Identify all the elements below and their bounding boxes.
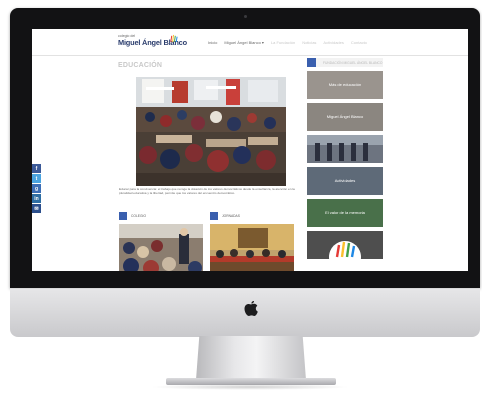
page-title: EDUCACIÓN xyxy=(118,62,163,69)
main-content: EDUCACIÓN Educar para la convivencia: el… xyxy=(32,56,468,271)
section-header-colegio[interactable]: COLEGIO xyxy=(119,212,203,220)
sidebar-tile-logo[interactable] xyxy=(307,231,383,259)
imac-computer: colegio del Miguel Ángel Blanco Inicio M… xyxy=(0,0,482,393)
nav-item-inicio[interactable]: Inicio xyxy=(208,40,217,46)
twitter-icon[interactable]: t xyxy=(32,174,41,183)
section-label: COLEGIO xyxy=(131,214,147,218)
sidebar-heading: FUNDACIÓN MIGUEL ÁNGEL BLANCO xyxy=(307,58,383,67)
sidebar-tile-actividades[interactable]: Actividades xyxy=(307,167,383,195)
nav-item-miguel-angel-blanco[interactable]: Miguel Ángel Blanco ▾ xyxy=(224,40,264,46)
sidebar-tile-miguel-angel-blanco[interactable]: Miguel Ángel Blanco xyxy=(307,103,383,131)
tile-caption: Más de educación xyxy=(328,82,362,87)
section-marker-icon xyxy=(119,212,127,220)
main-nav: Inicio Miguel Ángel Blanco ▾ La Fundació… xyxy=(208,40,367,46)
stand-shadow xyxy=(150,384,350,390)
intro-paragraph: Educar para la convivencia: el trabajo q… xyxy=(119,187,295,195)
nav-item-contacto[interactable]: Contacto xyxy=(351,40,367,46)
email-icon[interactable]: ✉ xyxy=(32,204,41,213)
camera-icon xyxy=(244,15,247,18)
sidebar-tile-educacion[interactable]: Más de educación xyxy=(307,71,383,99)
sidebar-heading-text: FUNDACIÓN MIGUEL ÁNGEL BLANCO xyxy=(323,61,383,65)
thumbnail-colegio[interactable] xyxy=(119,224,203,271)
tile-caption: El valor de la memoria xyxy=(325,210,365,215)
social-share-bar: f t g in ✉ xyxy=(32,164,41,214)
site-logo[interactable]: colegio del Miguel Ángel Blanco xyxy=(118,34,188,52)
site-header: colegio del Miguel Ángel Blanco Inicio M… xyxy=(32,29,468,56)
section-label: JORNADAS xyxy=(222,214,240,218)
tile-caption: Miguel Ángel Blanco xyxy=(326,114,364,119)
sidebar-tile-photo[interactable] xyxy=(307,135,383,163)
foundation-logo-icon xyxy=(307,231,383,259)
nav-item-fundacion[interactable]: La Fundación xyxy=(271,40,295,46)
linkedin-icon[interactable]: in xyxy=(32,194,41,203)
nav-item-actividades[interactable]: Actividades xyxy=(323,40,343,46)
google-icon[interactable]: g xyxy=(32,184,41,193)
facebook-icon[interactable]: f xyxy=(32,164,41,173)
nav-item-noticias[interactable]: Noticias xyxy=(302,40,316,46)
hero-photo xyxy=(136,77,286,186)
section-marker-icon xyxy=(210,212,218,220)
apple-logo-icon xyxy=(244,300,258,316)
screen: colegio del Miguel Ángel Blanco Inicio M… xyxy=(32,29,468,271)
section-header-jornadas[interactable]: JORNADAS xyxy=(210,212,294,220)
sidebar-tile-valor-memoria[interactable]: El valor de la memoria xyxy=(307,199,383,227)
monitor-stand xyxy=(196,336,306,380)
tile-caption: Actividades xyxy=(334,178,356,183)
logo-mark-icon xyxy=(170,34,178,43)
thumbnail-jornadas[interactable] xyxy=(210,224,294,271)
sidebar-marker-icon xyxy=(307,58,316,67)
tile-photo xyxy=(307,135,383,163)
